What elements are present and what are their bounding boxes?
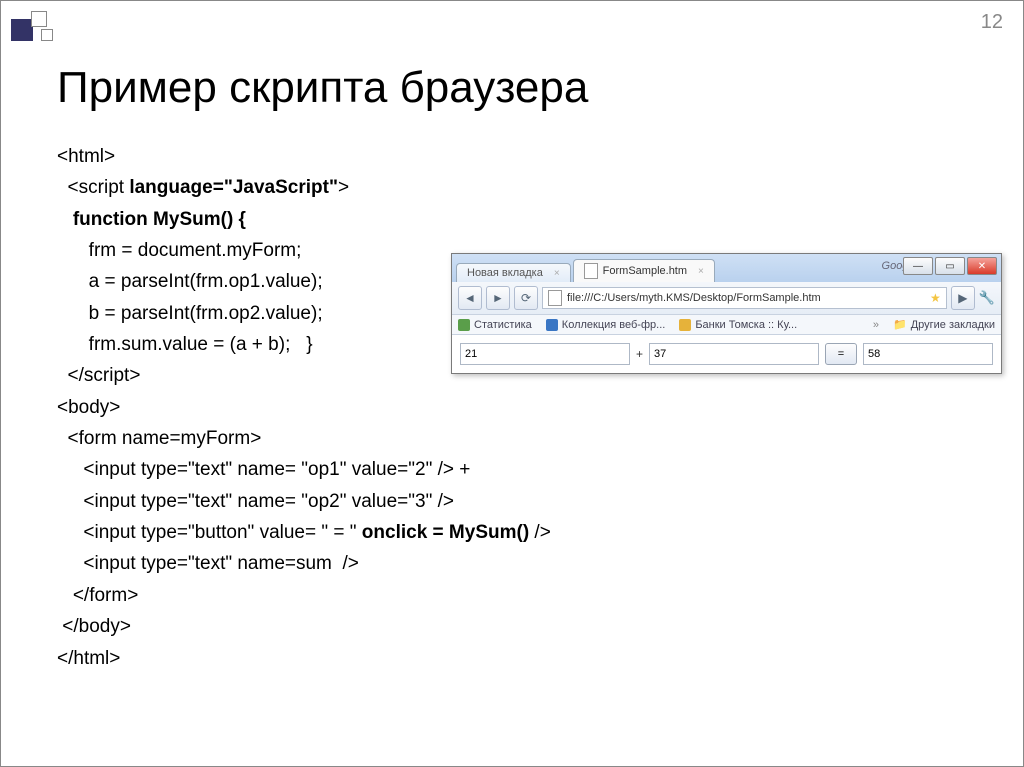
settings-icon[interactable]: 🔧	[979, 290, 995, 306]
address-bar: ◄ ► ⟳ file:///C:/Users/myth.KMS/Desktop/…	[452, 282, 1001, 315]
slide: 12 Пример скрипта браузера <html> <scrip…	[0, 0, 1024, 767]
bookmark-label: Коллекция веб-фр...	[562, 319, 666, 331]
folder-icon: 📁	[893, 318, 907, 331]
maximize-button[interactable]: ▭	[935, 257, 965, 275]
sum-input[interactable]	[863, 343, 993, 365]
code-line: <body>	[57, 392, 551, 423]
tab-new[interactable]: Новая вкладка ×	[456, 263, 571, 282]
page-icon	[548, 290, 562, 306]
close-button[interactable]: ✕	[967, 257, 997, 275]
browser-window: Новая вкладка × FormSample.htm × Google …	[451, 253, 1002, 374]
bookmark-icon	[679, 319, 691, 331]
close-tab-icon[interactable]: ×	[554, 268, 560, 279]
code-line: <html>	[57, 141, 551, 172]
tab-formsample[interactable]: FormSample.htm ×	[573, 259, 715, 282]
forward-button[interactable]: ►	[486, 286, 510, 310]
tab-label: FormSample.htm	[603, 265, 687, 277]
file-icon	[584, 263, 598, 279]
go-button[interactable]: ▶	[951, 286, 975, 310]
bookmarks-overflow-icon[interactable]: »	[873, 319, 879, 331]
tab-label: Новая вкладка	[467, 267, 543, 279]
other-bookmarks[interactable]: 📁 Другие закладки	[893, 318, 995, 331]
bookmark-icon	[458, 319, 470, 331]
bookmark-star-icon[interactable]: ★	[930, 291, 941, 305]
slide-title: Пример скрипта браузера	[57, 63, 588, 113]
plus-label: +	[636, 347, 643, 361]
code-line: </form>	[57, 580, 551, 611]
bookmark-item[interactable]: Статистика	[458, 319, 532, 331]
equals-button[interactable]: =	[825, 343, 857, 365]
code-line: <input type="button" value= " = " onclic…	[57, 517, 551, 548]
code-line: </body>	[57, 611, 551, 642]
url-field[interactable]: file:///C:/Users/myth.KMS/Desktop/FormSa…	[542, 287, 947, 309]
back-button[interactable]: ◄	[458, 286, 482, 310]
code-line: <input type="text" name= "op1" value="2"…	[57, 454, 551, 485]
minimize-button[interactable]: —	[903, 257, 933, 275]
window-buttons: — ▭ ✕	[903, 257, 997, 275]
page-number: 12	[981, 11, 1003, 34]
page-content: + =	[452, 335, 1001, 373]
code-block: <html> <script language="JavaScript"> fu…	[57, 141, 551, 674]
tab-strip: Новая вкладка × FormSample.htm × Google …	[452, 254, 1001, 282]
bookmark-item[interactable]: Банки Томска :: Ку...	[679, 319, 797, 331]
op2-input[interactable]	[649, 343, 819, 365]
code-line: function MySum() {	[57, 204, 551, 235]
code-line: <script language="JavaScript">	[57, 172, 551, 203]
reload-button[interactable]: ⟳	[514, 286, 538, 310]
bookmarks-bar: Статистика Коллекция веб-фр... Банки Том…	[452, 315, 1001, 335]
code-line: <form name=myForm>	[57, 423, 551, 454]
other-bookmarks-label: Другие закладки	[911, 319, 995, 331]
bookmark-icon	[546, 319, 558, 331]
bookmark-label: Статистика	[474, 319, 532, 331]
code-line: <input type="text" name=sum />	[57, 548, 551, 579]
code-line: </html>	[57, 643, 551, 674]
url-text: file:///C:/Users/myth.KMS/Desktop/FormSa…	[567, 292, 821, 304]
op1-input[interactable]	[460, 343, 630, 365]
bookmark-label: Банки Томска :: Ку...	[695, 319, 797, 331]
bookmark-item[interactable]: Коллекция веб-фр...	[546, 319, 666, 331]
code-line: <input type="text" name= "op2" value="3"…	[57, 486, 551, 517]
close-tab-icon[interactable]: ×	[698, 266, 704, 277]
